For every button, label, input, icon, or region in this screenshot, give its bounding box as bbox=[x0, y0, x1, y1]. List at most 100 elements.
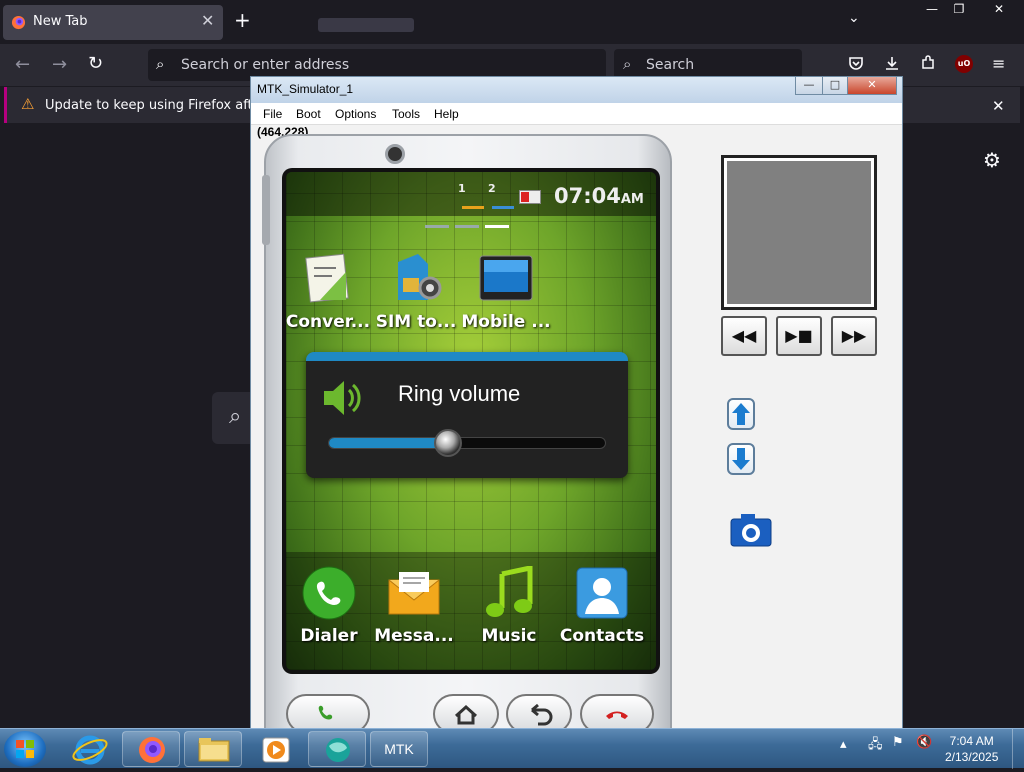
camera-preview-box bbox=[721, 155, 877, 310]
taskbar-mtk-label: MTK bbox=[384, 741, 414, 757]
network-icon[interactable]: 🖧 bbox=[868, 735, 883, 757]
volume-title: Ring volume bbox=[398, 381, 521, 406]
forward-arrow-icon[interactable]: → bbox=[52, 54, 67, 75]
camera-icon bbox=[730, 514, 772, 547]
taskbar-explorer[interactable] bbox=[184, 731, 242, 767]
sim-toolkit-icon bbox=[398, 254, 442, 300]
phone-side-button[interactable] bbox=[262, 175, 270, 245]
volume-slider-track[interactable] bbox=[328, 429, 606, 457]
app-music[interactable]: Music bbox=[474, 566, 544, 646]
phone-clock: 07:04AM bbox=[554, 184, 644, 208]
dock-label: Music bbox=[481, 626, 537, 646]
camera-button[interactable] bbox=[729, 512, 773, 548]
windows-taskbar: MTK ▴ 🖧 ⚑ 🔇 7:04 AM 2/13/2025 bbox=[0, 728, 1024, 769]
taskbar-mtk[interactable]: MTK bbox=[370, 731, 428, 767]
converter-icon bbox=[305, 253, 349, 303]
page-indicator bbox=[455, 225, 479, 228]
sim2-indicator: 2 bbox=[488, 182, 496, 195]
volume-slider-thumb[interactable] bbox=[434, 429, 462, 457]
list-all-tabs-icon[interactable]: ⌄ bbox=[848, 10, 860, 26]
tab-new-tab[interactable]: New Tab ✕ bbox=[3, 5, 223, 40]
settings-gear-icon[interactable]: ⚙ bbox=[983, 148, 1001, 172]
ublock-origin-icon[interactable]: uO bbox=[955, 55, 973, 73]
app-dialer[interactable]: Dialer bbox=[298, 566, 360, 646]
ring-volume-popup: Ring volume bbox=[306, 352, 628, 478]
app-label: Mobile ... bbox=[461, 312, 551, 332]
search-placeholder: Search bbox=[646, 57, 695, 73]
tab-close-icon[interactable]: ✕ bbox=[201, 11, 214, 30]
new-tab-button[interactable]: + bbox=[234, 8, 251, 32]
dock-label: Contacts bbox=[559, 626, 645, 646]
tab-label: New Tab bbox=[33, 14, 88, 29]
volume-up-button[interactable] bbox=[727, 398, 755, 430]
firefox-favicon-icon bbox=[11, 15, 26, 30]
show-desktop-button[interactable] bbox=[1012, 729, 1024, 769]
taskbar-media-player[interactable] bbox=[246, 731, 304, 767]
envelope-icon bbox=[388, 572, 440, 615]
menu-hamburger-icon[interactable]: ≡ bbox=[992, 54, 1005, 73]
play-stop-button[interactable]: ▶■ bbox=[776, 316, 822, 356]
browser-minimize-button[interactable]: — bbox=[917, 0, 947, 18]
blurred-title bbox=[318, 18, 414, 32]
app-mobile-tv[interactable]: Mobile ... bbox=[461, 250, 551, 332]
warning-icon: ⚠ bbox=[21, 95, 35, 113]
phone-call-icon bbox=[318, 705, 333, 720]
notification-close-icon[interactable]: ✕ bbox=[992, 97, 1005, 115]
reload-icon[interactable]: ↻ bbox=[88, 53, 103, 74]
menu-help[interactable]: Help bbox=[434, 107, 459, 121]
music-note-icon bbox=[486, 566, 533, 617]
phone-earpiece bbox=[385, 144, 405, 164]
menu-tools[interactable]: Tools bbox=[392, 107, 420, 121]
taskbar-firefox[interactable] bbox=[122, 731, 180, 767]
pocket-icon[interactable] bbox=[848, 55, 864, 75]
sim1-indicator: 1 bbox=[458, 182, 466, 195]
search-icon: ⌕ bbox=[156, 55, 165, 73]
down-arrow-icon bbox=[732, 448, 750, 470]
dock-label: Messa... bbox=[374, 626, 454, 646]
dock-label: Dialer bbox=[300, 626, 358, 646]
simulator-menu-bar: File Boot Options Tools Help bbox=[251, 103, 902, 125]
menu-file[interactable]: File bbox=[263, 107, 282, 121]
taskbar-clock[interactable]: 7:04 AM 2/13/2025 bbox=[945, 733, 998, 765]
home-icon bbox=[454, 704, 478, 725]
simulator-minimize-button[interactable]: — bbox=[795, 77, 823, 95]
sim2-signal bbox=[492, 206, 514, 209]
action-center-flag-icon[interactable]: ⚑ bbox=[892, 735, 904, 750]
sim1-signal bbox=[462, 206, 484, 209]
downloads-icon[interactable] bbox=[884, 55, 900, 75]
folder-icon bbox=[198, 738, 230, 762]
app-sim-toolkit[interactable]: SIM to... bbox=[371, 250, 461, 332]
taskbar-app[interactable] bbox=[308, 731, 366, 767]
back-arrow-icon[interactable]: ← bbox=[15, 54, 30, 75]
menu-options[interactable]: Options bbox=[335, 107, 376, 121]
browser-maximize-button[interactable]: ❐ bbox=[944, 0, 974, 18]
volume-muted-icon[interactable]: 🔇 bbox=[916, 735, 932, 750]
tray-expand-icon[interactable]: ▴ bbox=[840, 737, 847, 752]
extensions-icon[interactable] bbox=[920, 55, 936, 75]
menu-boot[interactable]: Boot bbox=[296, 107, 321, 121]
speaker-icon bbox=[324, 381, 361, 415]
rewind-button[interactable]: ◀◀ bbox=[721, 316, 767, 356]
simulator-close-button[interactable]: ✕ bbox=[847, 77, 897, 95]
taskbar-date: 2/13/2025 bbox=[945, 750, 999, 764]
app-contacts[interactable]: Contacts bbox=[554, 566, 650, 646]
start-button[interactable] bbox=[4, 731, 46, 767]
page-indicator-active bbox=[485, 225, 509, 228]
contacts-icon bbox=[576, 567, 628, 619]
volume-slider-fill bbox=[329, 438, 448, 448]
app-globe-icon bbox=[326, 738, 350, 762]
media-player-icon bbox=[262, 737, 290, 763]
end-call-icon bbox=[606, 711, 628, 719]
fast-forward-button[interactable]: ▶▶ bbox=[831, 316, 877, 356]
tv-icon bbox=[479, 255, 533, 301]
taskbar-time: 7:04 AM bbox=[949, 734, 994, 748]
volume-down-button[interactable] bbox=[727, 443, 755, 475]
phone-screen[interactable]: 1 2 07:04AM Conver... SIM to... Mobile .… bbox=[286, 172, 656, 670]
app-messages[interactable]: Messa... bbox=[374, 566, 454, 646]
simulator-maximize-button[interactable]: □ bbox=[822, 77, 848, 95]
simulator-title: MTK_Simulator_1 bbox=[257, 82, 354, 96]
browser-close-button[interactable]: ✕ bbox=[984, 0, 1014, 18]
search-icon: ⌕ bbox=[623, 55, 632, 73]
taskbar-internet-explorer[interactable] bbox=[60, 731, 118, 767]
app-converter[interactable]: Conver... bbox=[286, 250, 373, 332]
